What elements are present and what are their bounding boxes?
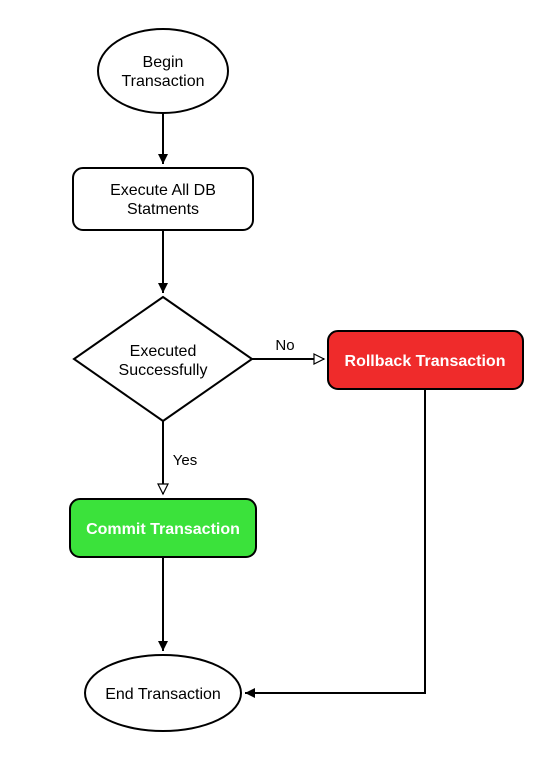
commit-node: Commit Transaction (70, 499, 256, 557)
execute-label-line2: Statments (127, 201, 199, 218)
rollback-node: Rollback Transaction (328, 331, 523, 389)
execute-db-node: Execute All DB Statments (73, 168, 253, 230)
flowchart-diagram: Begin Transaction Execute All DB Statmen… (0, 0, 551, 774)
edge-label-yes: Yes (173, 452, 197, 469)
decision-label-line2: Successfully (119, 362, 208, 379)
edge-rollback-end (245, 389, 425, 693)
begin-label-line1: Begin (143, 54, 184, 71)
rollback-label: Rollback Transaction (345, 353, 506, 370)
edge-label-no: No (275, 337, 294, 354)
decision-label-line1: Executed (130, 343, 197, 360)
execute-label-line1: Execute All DB (110, 182, 216, 199)
begin-transaction-node: Begin Transaction (98, 29, 228, 113)
end-label: End Transaction (105, 686, 221, 703)
end-transaction-node: End Transaction (85, 655, 241, 731)
decision-node: Executed Successfully (74, 297, 252, 421)
commit-label: Commit Transaction (86, 521, 240, 538)
begin-label-line2: Transaction (122, 73, 205, 90)
